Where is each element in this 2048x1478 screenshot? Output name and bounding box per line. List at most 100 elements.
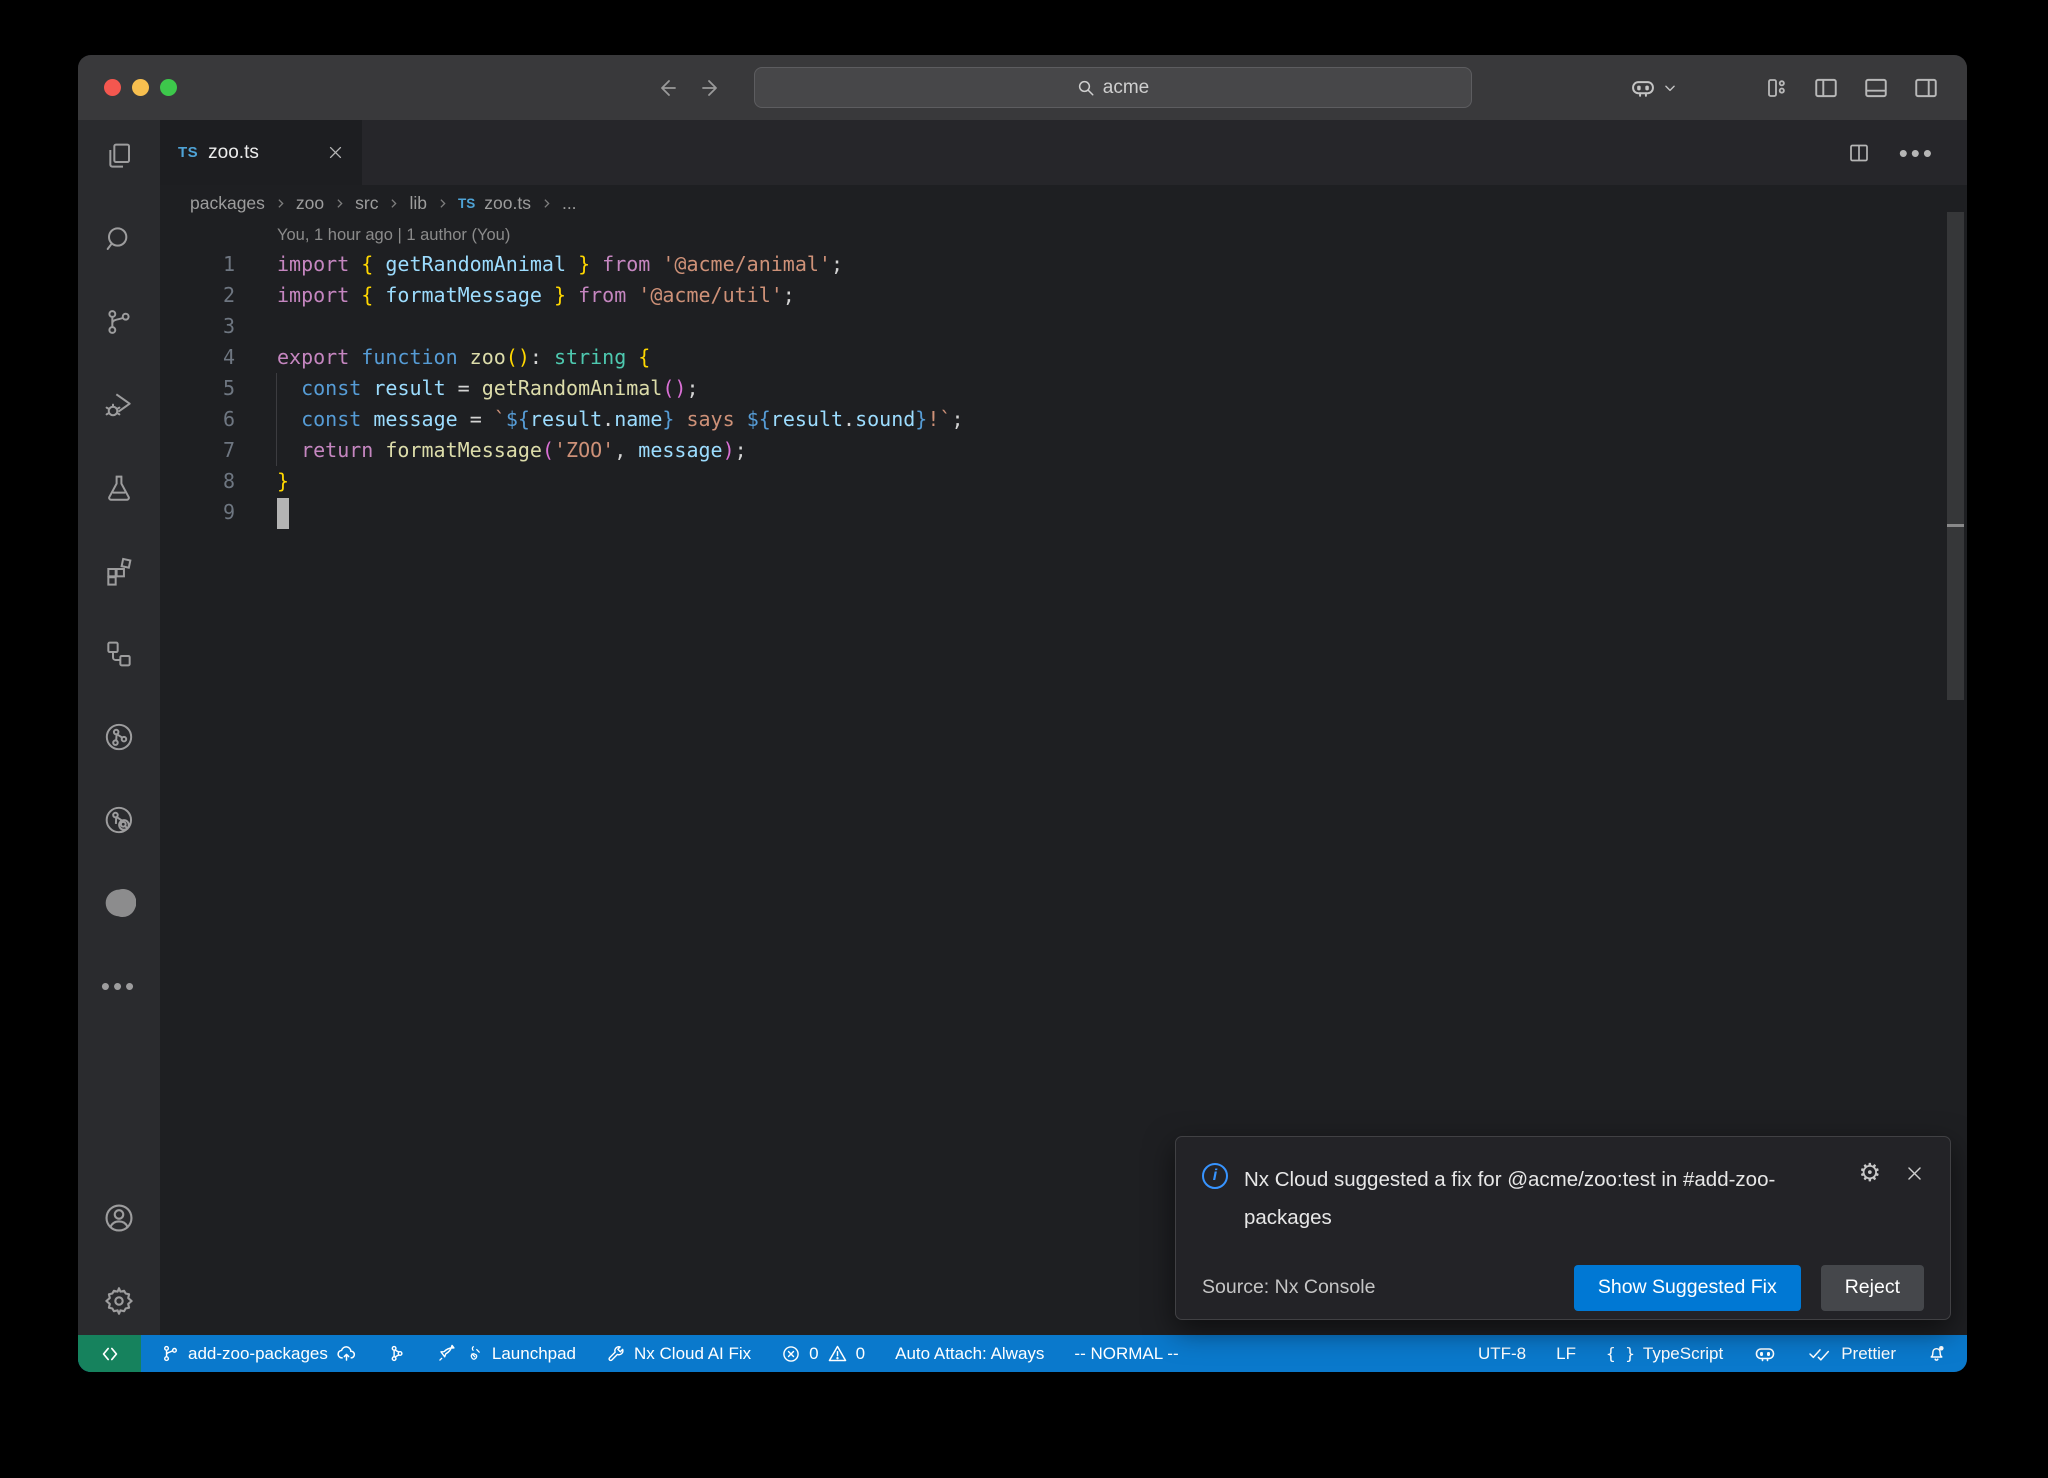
close-tab-icon[interactable] — [327, 144, 344, 161]
rocket-icon — [436, 1343, 457, 1364]
more-views-icon[interactable]: ••• — [95, 962, 143, 1010]
problems-status[interactable]: 0 0 — [779, 1343, 867, 1364]
activity-bar: ••• — [78, 120, 160, 1335]
breadcrumb-separator-icon — [387, 197, 400, 210]
command-center-search[interactable]: acme — [754, 67, 1472, 108]
accounts-icon[interactable] — [95, 1194, 143, 1242]
error-count: 0 — [809, 1344, 818, 1364]
remote-indicator[interactable] — [78, 1335, 141, 1372]
code-line[interactable]: 4export function zoo(): string { — [160, 342, 1967, 373]
eol-label: LF — [1556, 1344, 1576, 1364]
status-bar: add-zoo-packages Launchpad — [78, 1335, 1967, 1372]
breadcrumb-item[interactable]: zoo — [296, 193, 324, 214]
chevron-down-icon — [1663, 81, 1677, 95]
code-line[interactable]: 7 return formatMessage('ZOO', message); — [160, 435, 1967, 466]
run-debug-icon[interactable] — [95, 381, 143, 429]
nx-console-icon[interactable] — [95, 713, 143, 761]
breadcrumb-separator-icon — [540, 197, 553, 210]
line-number: 5 — [160, 373, 235, 404]
language-mode-status[interactable]: { } TypeScript — [1604, 1344, 1725, 1364]
remote-explorer-icon[interactable] — [95, 630, 143, 678]
indent-guide — [276, 373, 277, 466]
breadcrumb-item[interactable]: lib — [409, 193, 427, 214]
nx-cloud-fix-status[interactable]: Nx Cloud AI Fix — [604, 1344, 753, 1364]
auto-attach-label: Auto Attach: Always — [895, 1344, 1044, 1364]
close-window-button[interactable] — [104, 79, 121, 96]
notifications-status[interactable] — [1924, 1343, 1949, 1364]
copilot-icon — [1629, 74, 1657, 102]
overview-ruler-cursor-mark — [1947, 524, 1964, 527]
minimize-window-button[interactable] — [132, 79, 149, 96]
close-notification-icon[interactable] — [1905, 1164, 1924, 1183]
copilot-menu[interactable] — [1629, 55, 1677, 120]
breadcrumb-item[interactable]: packages — [190, 193, 265, 214]
customize-layout-icon[interactable] — [1765, 76, 1789, 100]
line-number: 4 — [160, 342, 235, 373]
code-line[interactable]: 1import { getRandomAnimal } from '@acme/… — [160, 249, 1967, 280]
reject-button[interactable]: Reject — [1821, 1265, 1924, 1311]
toast-buttons: Show Suggested Fix Reject — [1574, 1265, 1924, 1311]
typescript-file-icon: TS — [458, 196, 475, 211]
cloud-upload-icon — [336, 1343, 357, 1364]
code-line[interactable]: 9 — [160, 497, 1967, 528]
launchpad-status[interactable]: Launchpad — [434, 1343, 578, 1364]
tab-bar: TS zoo.ts ••• — [160, 120, 1967, 185]
code-line[interactable]: 2import { formatMessage } from '@acme/ut… — [160, 280, 1967, 311]
show-suggested-fix-button[interactable]: Show Suggested Fix — [1574, 1265, 1801, 1311]
edge-browser-icon[interactable] — [95, 879, 143, 927]
double-check-icon — [1807, 1344, 1833, 1364]
formatter-status[interactable]: Prettier — [1805, 1344, 1898, 1364]
source-control-icon[interactable] — [95, 298, 143, 346]
search-icon — [1077, 79, 1095, 97]
settings-gear-icon[interactable] — [95, 1277, 143, 1325]
code-line[interactable]: 5 const result = getRandomAnimal(); — [160, 373, 1967, 404]
toggle-panel-icon[interactable] — [1863, 75, 1889, 101]
breadcrumb: packages zoo src lib TS zoo.ts ... — [160, 185, 1967, 222]
code-line[interactable]: 8} — [160, 466, 1967, 497]
git-branch-icon — [161, 1344, 180, 1363]
explorer-icon[interactable] — [95, 132, 143, 180]
code-line[interactable]: 6 const message = `${result.name} says $… — [160, 404, 1967, 435]
zoom-window-button[interactable] — [160, 79, 177, 96]
line-number: 3 — [160, 311, 235, 342]
testing-icon[interactable] — [95, 464, 143, 512]
source-control-graph-status[interactable] — [385, 1344, 408, 1363]
line-number: 9 — [160, 497, 235, 528]
notification-settings-gear-icon[interactable]: ⚙ — [1859, 1161, 1881, 1186]
forward-icon[interactable] — [700, 76, 724, 100]
more-actions-icon[interactable]: ••• — [1899, 148, 1935, 158]
nx-cloud-icon[interactable] — [95, 796, 143, 844]
status-left: add-zoo-packages Launchpad — [159, 1343, 1181, 1364]
layout-controls — [1765, 55, 1939, 120]
tab-zoo-ts[interactable]: TS zoo.ts — [160, 120, 362, 185]
vim-mode-status[interactable]: -- NORMAL -- — [1072, 1344, 1180, 1364]
editor-actions: ••• — [1847, 120, 1967, 185]
extensions-icon[interactable] — [95, 547, 143, 595]
title-bar: acme — [78, 55, 1967, 120]
breadcrumb-item[interactable]: zoo.ts — [484, 193, 531, 214]
window-controls — [104, 79, 177, 96]
encoding-status[interactable]: UTF-8 — [1476, 1344, 1528, 1364]
editor-scrollbar[interactable] — [1947, 212, 1964, 700]
search-value: acme — [1103, 77, 1149, 99]
auto-attach-status[interactable]: Auto Attach: Always — [893, 1344, 1046, 1364]
encoding-label: UTF-8 — [1478, 1344, 1526, 1364]
language-label: TypeScript — [1643, 1344, 1723, 1364]
line-number: 7 — [160, 435, 235, 466]
breadcrumb-item[interactable]: src — [355, 193, 378, 214]
line-number: 2 — [160, 280, 235, 311]
toast-top-actions: ⚙ — [1859, 1161, 1924, 1186]
warning-count: 0 — [856, 1344, 865, 1364]
breadcrumb-more[interactable]: ... — [562, 193, 577, 214]
code-line[interactable]: 3 — [160, 311, 1967, 342]
copilot-status[interactable] — [1751, 1342, 1779, 1366]
vim-mode-label: -- NORMAL -- — [1074, 1344, 1178, 1364]
toggle-primary-sidebar-icon[interactable] — [1813, 75, 1839, 101]
braces-icon: { } — [1606, 1344, 1635, 1363]
git-branch-status[interactable]: add-zoo-packages — [159, 1343, 359, 1364]
search-sidebar-icon[interactable] — [95, 215, 143, 263]
back-icon[interactable] — [654, 76, 678, 100]
toggle-secondary-sidebar-icon[interactable] — [1913, 75, 1939, 101]
eol-status[interactable]: LF — [1554, 1344, 1578, 1364]
split-editor-icon[interactable] — [1847, 141, 1871, 165]
